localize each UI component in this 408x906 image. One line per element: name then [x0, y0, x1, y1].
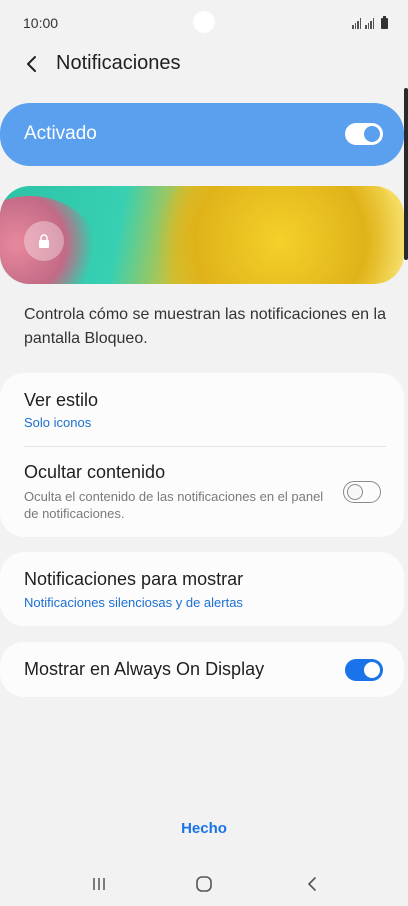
signal-icon: [365, 18, 374, 29]
signal-icon: [352, 18, 361, 29]
master-switch-row[interactable]: Activado: [0, 103, 404, 166]
ocultar-contenido-toggle[interactable]: [343, 481, 381, 503]
always-on-display-title: Mostrar en Always On Display: [24, 659, 265, 679]
home-button[interactable]: [192, 872, 216, 896]
notificaciones-mostrar-value: Notificaciones silenciosas y de alertas: [24, 595, 243, 610]
front-camera: [193, 11, 215, 33]
style-card: Ver estilo Solo iconos Ocultar contenido…: [0, 373, 404, 537]
description-text: Controla cómo se muestran las notificaci…: [24, 306, 386, 347]
ver-estilo-row[interactable]: Ver estilo Solo iconos: [0, 373, 404, 446]
back-button[interactable]: [18, 50, 46, 78]
notificaciones-mostrar-row[interactable]: Notificaciones para mostrar Notificacion…: [0, 552, 404, 626]
notificaciones-mostrar-title: Notificaciones para mostrar: [24, 569, 244, 589]
back-nav-button[interactable]: [300, 872, 324, 896]
back-nav-icon: [308, 877, 316, 891]
recents-button[interactable]: [87, 872, 111, 896]
done-button[interactable]: Hecho: [0, 820, 408, 837]
recents-icon: [93, 878, 105, 890]
master-switch-label: Activado: [24, 123, 97, 144]
navigation-bar: [0, 862, 408, 906]
notification-icon-chip: [24, 221, 64, 261]
status-time: 10:00: [23, 15, 59, 31]
page-title: Notificaciones: [56, 52, 181, 74]
lock-icon: [39, 234, 49, 248]
ocultar-contenido-title: Ocultar contenido: [24, 462, 166, 482]
screen: 10:00 Notificaciones Activado Controla c…: [0, 0, 408, 906]
ver-estilo-title: Ver estilo: [24, 390, 99, 410]
back-icon: [27, 56, 36, 72]
status-icons: [352, 15, 388, 29]
status-bar: 10:00: [0, 0, 408, 44]
always-on-display-row[interactable]: Mostrar en Always On Display: [0, 642, 404, 697]
master-toggle[interactable]: [345, 123, 383, 145]
ocultar-contenido-description: Oculta el contenido de las notificacione…: [24, 489, 324, 521]
always-on-display-toggle[interactable]: [345, 659, 383, 681]
ver-estilo-value: Solo iconos: [24, 415, 92, 430]
scrollbar[interactable]: [404, 88, 408, 260]
battery-icon: [381, 16, 388, 29]
lock-screen-preview: [0, 186, 404, 284]
header: Notificaciones: [0, 44, 408, 84]
ocultar-contenido-row[interactable]: Ocultar contenido Oculta el contenido de…: [0, 447, 404, 537]
home-icon: [196, 876, 212, 892]
